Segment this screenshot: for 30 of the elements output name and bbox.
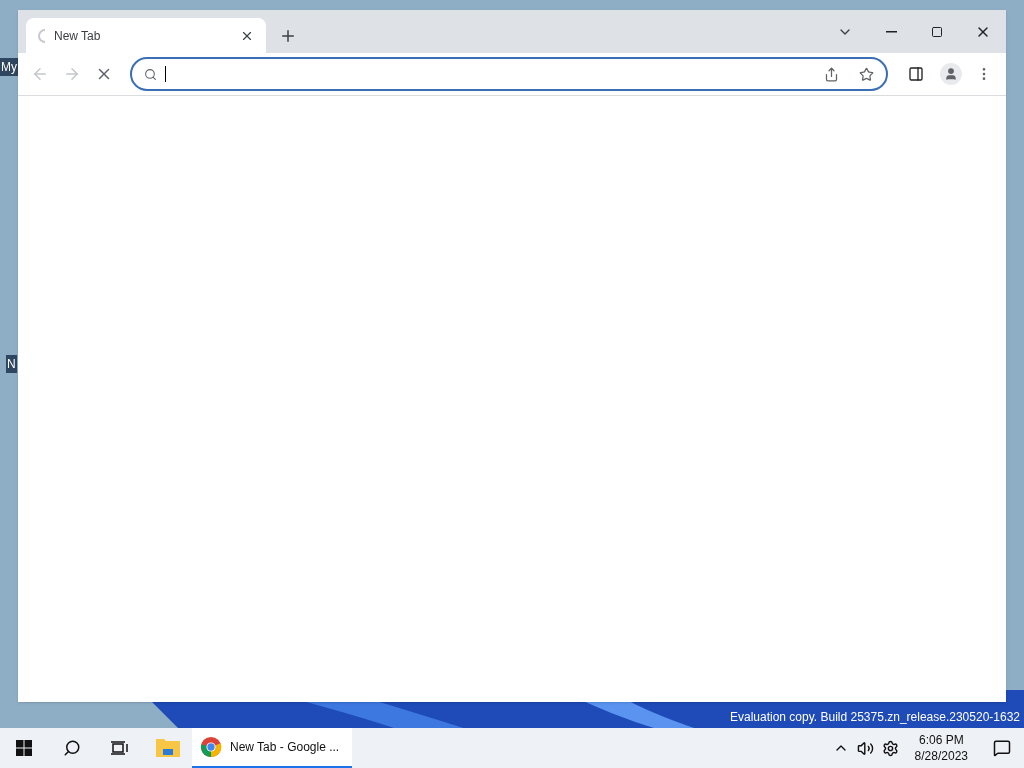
clock-date: 8/28/2023 bbox=[914, 748, 968, 764]
notifications-icon bbox=[993, 739, 1011, 757]
share-icon[interactable] bbox=[824, 66, 839, 82]
clock-time: 6:06 PM bbox=[918, 732, 964, 748]
plus-icon bbox=[279, 27, 297, 45]
app-label: New Tab - Google ... bbox=[230, 739, 340, 756]
text-cursor bbox=[165, 66, 166, 82]
profile-button[interactable] bbox=[940, 63, 962, 85]
taskbar-app-button[interactable]: New Tab - Google ... bbox=[192, 728, 352, 768]
desktop-icon-label: My bbox=[0, 58, 18, 76]
tab-title: New Tab bbox=[54, 27, 102, 45]
person-icon bbox=[944, 67, 958, 81]
minimize-icon bbox=[885, 30, 897, 33]
search-icon bbox=[63, 739, 81, 757]
task-view-icon bbox=[111, 740, 129, 756]
desktop-icon-label: N bbox=[6, 355, 17, 373]
address-bar[interactable] bbox=[130, 57, 888, 91]
side-panel-icon bbox=[908, 66, 924, 82]
search-icon bbox=[144, 67, 157, 81]
bookmark-star-icon[interactable] bbox=[859, 66, 874, 82]
browser-logo-icon bbox=[200, 736, 222, 758]
speaker-icon[interactable] bbox=[856, 739, 874, 757]
windows-logo-icon bbox=[16, 740, 32, 756]
maximize-icon bbox=[931, 25, 943, 38]
folder-icon bbox=[155, 736, 181, 758]
clock[interactable]: 6:06 PM 8/28/2023 bbox=[906, 732, 976, 764]
settings-icon[interactable] bbox=[881, 739, 899, 757]
forward-arrow-icon bbox=[63, 65, 81, 83]
watermark-text: Evaluation copy. Build 25375.zn_release.230520-1632 bbox=[730, 709, 1020, 726]
browser-tab[interactable]: New Tab bbox=[26, 18, 266, 53]
